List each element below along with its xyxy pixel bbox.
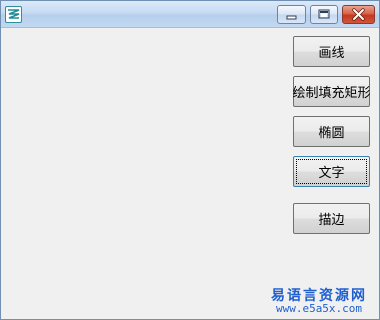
draw-line-label: 画线 [318, 46, 345, 61]
app-window: 画线 绘制填充矩形 椭圆 文字 描边 易语言资源网 www.e5a5x.com [0, 0, 380, 320]
close-button[interactable] [342, 5, 375, 24]
ellipse-label: 椭圆 [318, 126, 345, 141]
text-button[interactable]: 文字 [293, 156, 370, 187]
maximize-button[interactable] [310, 5, 338, 24]
stroke-button[interactable]: 描边 [293, 203, 370, 234]
minimize-button[interactable] [277, 5, 306, 24]
draw-filled-rect-button[interactable]: 绘制填充矩形 [292, 76, 371, 107]
ellipse-button[interactable]: 椭圆 [293, 116, 370, 147]
title-bar[interactable] [1, 1, 379, 28]
maximize-icon [318, 9, 330, 19]
draw-filled-rect-label: 绘制填充矩形 [292, 86, 371, 101]
minimize-icon [286, 15, 297, 20]
app-logo-icon[interactable] [5, 6, 22, 23]
watermark-url: www.e5a5x.com [275, 302, 363, 315]
text-label: 文字 [318, 166, 345, 181]
stroke-label: 描边 [318, 213, 345, 228]
close-icon [352, 8, 365, 21]
draw-line-button[interactable]: 画线 [293, 36, 370, 67]
